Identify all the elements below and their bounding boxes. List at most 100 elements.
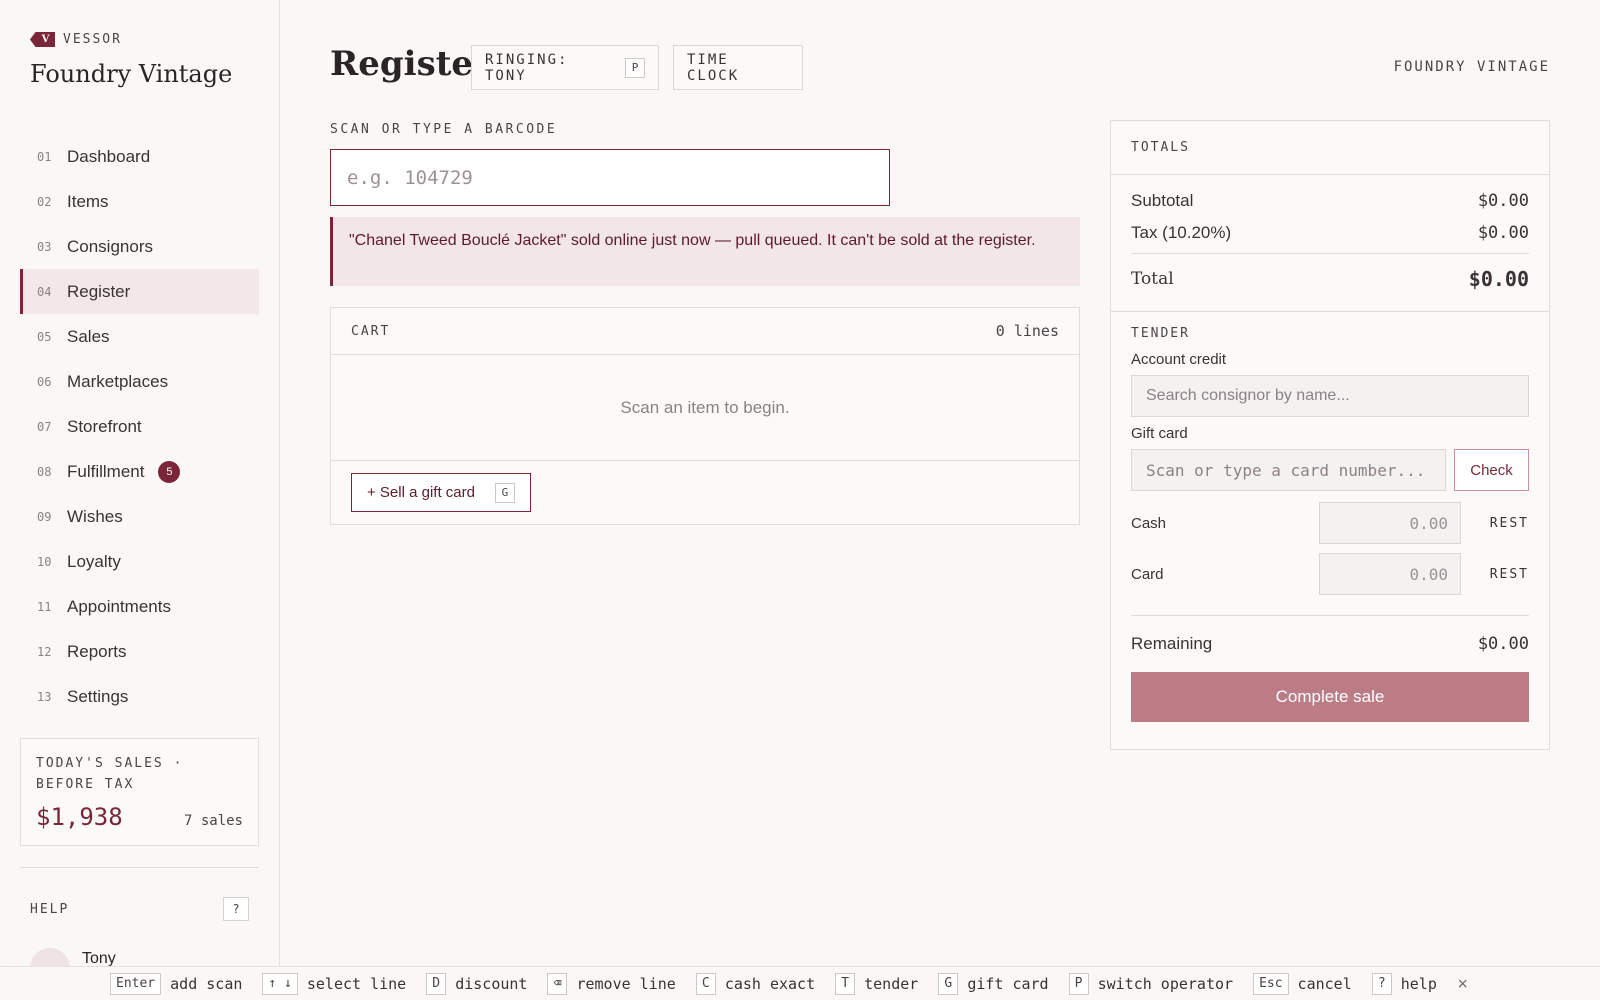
shortcut-key: P (1068, 972, 1089, 995)
barcode-input[interactable] (330, 149, 890, 206)
sidebar-item-settings[interactable]: 13 Settings (20, 674, 259, 719)
nav-label: Fulfillment (67, 461, 145, 481)
nav-label: Storefront (67, 416, 142, 436)
shortcut-key: P (625, 57, 645, 78)
cart-title: CART (351, 323, 391, 339)
nav-number: 05 (37, 329, 52, 344)
todays-sales-amount: $1,938 (36, 803, 123, 831)
shortcut-key: ⌫ (547, 972, 568, 995)
nav-number: 08 (37, 464, 52, 479)
shortcut-switch-operator: Pswitch operator (1068, 972, 1233, 995)
shortcut-label: add scan (170, 974, 243, 993)
account-credit-label: Account credit (1131, 351, 1227, 368)
remaining-value: $0.00 (1477, 634, 1529, 654)
shortcut-key: T (835, 972, 856, 995)
sidebar-item-marketplaces[interactable]: 06 Marketplaces (20, 359, 259, 404)
totals-title: TOTALS (1131, 140, 1190, 155)
cash-amount-input[interactable] (1319, 502, 1461, 544)
help-row: HELP ? (30, 897, 249, 921)
remaining-label: Remaining (1131, 634, 1213, 653)
nav-label: Loyalty (67, 551, 121, 571)
sidebar-item-register[interactable]: 04 Register (20, 269, 259, 314)
cart-footer: + Sell a gift card G (331, 461, 1079, 524)
tax-row: Tax (10.20%) $0.00 (1131, 217, 1529, 249)
cart-panel: CART 0 lines Scan an item to begin. + Se… (330, 307, 1080, 525)
shortcut-label: help (1400, 974, 1437, 993)
sidebar-item-storefront[interactable]: 07 Storefront (20, 404, 259, 449)
sidebar-divider (20, 867, 259, 868)
ringing-operator-button[interactable]: RINGING: TONY P (471, 45, 659, 90)
sidebar-item-fulfillment[interactable]: 08 Fulfillment 5 (20, 449, 259, 494)
sidebar-item-sales[interactable]: 05 Sales (20, 314, 259, 359)
cart-line-count: 0 lines (995, 322, 1059, 340)
complete-sale-button[interactable]: Complete sale (1131, 672, 1529, 722)
check-gift-card-button[interactable]: Check (1454, 449, 1529, 491)
nav-number: 10 (37, 554, 52, 569)
tender-section: TENDER Account credit Gift card Check Ca… (1111, 311, 1549, 736)
remaining-row: Remaining $0.00 (1131, 616, 1529, 672)
nav-number: 12 (37, 644, 52, 659)
nav-label: Appointments (67, 596, 171, 616)
todays-sales-card: TODAY'S SALES · BEFORE TAX $1,938 7 sale… (20, 738, 259, 846)
tax-label: Tax (10.20%) (1131, 223, 1232, 242)
help-button[interactable]: ? (223, 897, 249, 921)
nav-label: Wishes (67, 506, 123, 526)
cart-empty-message: Scan an item to begin. (331, 355, 1079, 461)
sidebar-nav: 01 Dashboard 02 Items 03 Consignors 04 R… (20, 134, 259, 719)
sidebar-item-wishes[interactable]: 09 Wishes (20, 494, 259, 539)
card-amount-input[interactable] (1319, 553, 1461, 595)
sidebar-item-loyalty[interactable]: 10 Loyalty (20, 539, 259, 584)
shortcut-select-line: ↑ ↓ select line (262, 972, 407, 995)
shortcut-tender: Ttender (835, 972, 918, 995)
brand-name: VESSOR (63, 32, 122, 47)
sidebar-item-dashboard[interactable]: 01 Dashboard (20, 134, 259, 179)
total-label: Total (1131, 269, 1174, 289)
gift-card-input[interactable] (1131, 449, 1446, 491)
shortcut-label: remove line (576, 974, 676, 993)
sidebar-item-reports[interactable]: 12 Reports (20, 629, 259, 674)
ringing-label: RINGING: TONY (485, 51, 569, 84)
time-clock-button[interactable]: TIME CLOCK (673, 45, 803, 90)
shortcut-label: select line (306, 974, 407, 993)
shortcut-key: Esc (1253, 972, 1289, 995)
account-credit-search-input[interactable] (1131, 375, 1529, 417)
total-row: Total $0.00 (1131, 258, 1529, 300)
shop-name: FOUNDRY VINTAGE (1393, 59, 1550, 75)
shortcut-cancel: Esc cancel (1253, 972, 1352, 995)
sidebar: V VESSOR Foundry Vintage 01 Dashboard 02… (0, 0, 280, 1000)
cash-label: Cash (1131, 514, 1167, 532)
todays-sales-label: TODAY'S SALES · BEFORE TAX (36, 756, 184, 792)
nav-label: Settings (67, 686, 129, 706)
sidebar-item-items[interactable]: 02 Items (20, 179, 259, 224)
nav-number: 13 (37, 689, 52, 704)
card-row: Card REST (1131, 553, 1529, 595)
shortcut-key: C (695, 972, 716, 995)
fulfillment-count-badge: 5 (158, 460, 181, 483)
nav-number: 06 (37, 374, 52, 389)
nav-label: Dashboard (67, 146, 151, 166)
sold-online-alert: "Chanel Tweed Bouclé Jacket" sold online… (330, 217, 1080, 286)
cash-row: Cash REST (1131, 502, 1529, 544)
shortcut-key: Enter (110, 972, 162, 995)
shortcut-label: cancel (1297, 974, 1352, 993)
nav-number: 07 (37, 419, 52, 434)
sidebar-item-consignors[interactable]: 03 Consignors (20, 224, 259, 269)
sell-gift-card-label: + Sell a gift card (367, 484, 475, 501)
close-icon[interactable]: × (1457, 976, 1469, 992)
nav-label: Consignors (67, 236, 153, 256)
time-clock-label: TIME CLOCK (687, 51, 740, 84)
nav-number: 02 (37, 194, 52, 209)
card-label: Card (1131, 565, 1164, 583)
card-rest-button[interactable]: REST (1479, 567, 1529, 582)
nav-number: 03 (37, 239, 52, 254)
nav-number: 01 (37, 149, 52, 164)
shortcut-remove-line: ⌫ remove line (547, 972, 676, 995)
shortcut-gift-card: Ggift card (938, 972, 1049, 995)
sidebar-item-appointments[interactable]: 11 Appointments (20, 584, 259, 629)
shortcut-add-scan: Enter add scan (110, 972, 243, 995)
shortcut-key: ? (1371, 972, 1392, 995)
sell-gift-card-button[interactable]: + Sell a gift card G (351, 473, 531, 512)
subtotal-value: $0.00 (1477, 191, 1529, 211)
nav-label: Sales (67, 326, 110, 346)
cash-rest-button[interactable]: REST (1479, 516, 1529, 531)
